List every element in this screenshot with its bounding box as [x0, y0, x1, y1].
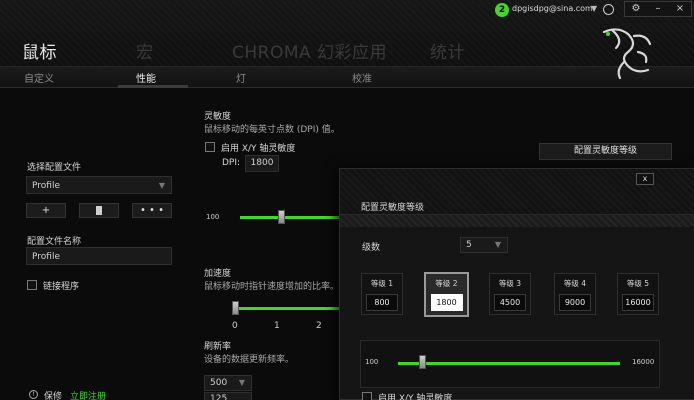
- profile-name-input[interactable]: Profile: [26, 247, 172, 265]
- dialog-slider-min: 100: [365, 358, 379, 366]
- subtab-performance[interactable]: 性能: [136, 70, 156, 85]
- active-tab-indicator: [118, 85, 188, 88]
- stage-title: 等级 2: [435, 279, 458, 288]
- chevron-down-icon: ▼: [494, 240, 501, 249]
- tab-mouse[interactable]: 鼠标: [22, 38, 57, 63]
- stage-dpi-input[interactable]: 800: [366, 294, 398, 311]
- minimize-button[interactable]: –: [647, 2, 669, 16]
- xy-sensitivity-label: 启用 X/Y 轴灵敏度: [221, 144, 296, 154]
- sensitivity-slider-handle[interactable]: [278, 210, 285, 224]
- polling-rate-option[interactable]: 125: [204, 392, 252, 400]
- window-controls: ⚙ – ×: [624, 1, 692, 17]
- trash-icon: [96, 206, 102, 215]
- stage-dpi-input[interactable]: 4500: [494, 294, 526, 311]
- acceleration-tick-1: 1: [274, 321, 280, 331]
- stage-title: 等级 4: [563, 279, 587, 288]
- stage-dpi-input[interactable]: 16000: [622, 294, 654, 311]
- polling-rate-title: 刷新率: [204, 342, 232, 352]
- profile-name-label: 配置文件名称: [27, 237, 82, 247]
- stage-card-5[interactable]: 等级 5 16000: [617, 273, 659, 315]
- subtab-customize[interactable]: 自定义: [24, 70, 54, 85]
- delete-profile-button[interactable]: [79, 203, 119, 218]
- info-icon: !: [29, 390, 38, 399]
- dialog-divider: [340, 215, 694, 227]
- user-email[interactable]: dpgisdpg@sina.com: [512, 4, 593, 13]
- sub-navigation: [0, 66, 694, 88]
- profile-select-value: Profile: [32, 181, 60, 191]
- register-link[interactable]: 立即注册: [70, 389, 106, 400]
- stage-card-3[interactable]: 等级 3 4500: [489, 273, 531, 315]
- polling-rate-select[interactable]: 500 ▼: [204, 375, 252, 391]
- acceleration-slider-track[interactable]: [233, 307, 340, 310]
- dialog-title: 配置灵敏度等级: [361, 203, 425, 213]
- dialog-xy-label: 启用 X/Y 轴灵敏度: [378, 394, 453, 400]
- xy-sensitivity-checkbox[interactable]: [205, 142, 215, 152]
- stage-card-4[interactable]: 等级 4 9000: [554, 273, 596, 315]
- configure-stages-button[interactable]: 配置灵敏度等级: [539, 143, 672, 160]
- sensitivity-slider-track[interactable]: [240, 216, 340, 219]
- add-profile-button[interactable]: +: [26, 203, 66, 218]
- link-program-checkbox[interactable]: [27, 280, 37, 290]
- link-program-label: 链接程序: [43, 282, 80, 292]
- stage-title: 等级 5: [626, 279, 650, 288]
- acceleration-description: 鼠标移动时指针速度增加的比率。: [204, 282, 340, 292]
- warranty-label: 保修: [44, 392, 63, 400]
- stage-title: 等级 1: [370, 279, 394, 288]
- dialog-slider-handle[interactable]: [419, 355, 426, 369]
- stage-dpi-input[interactable]: 1800: [430, 294, 463, 311]
- razer-snake-logo: [602, 28, 652, 80]
- stage-card-2[interactable]: 等级 2 1800: [424, 272, 469, 317]
- dpi-input[interactable]: 1800: [245, 155, 279, 172]
- acceleration-slider-handle[interactable]: [232, 301, 239, 315]
- polling-rate-description: 设备的数据更新频率。: [204, 355, 295, 365]
- stage-card-1[interactable]: 等级 1 800: [361, 273, 403, 315]
- dialog-close-button[interactable]: x: [636, 173, 654, 185]
- dialog-xy-checkbox[interactable]: [362, 392, 372, 400]
- stage-count-value: 5: [466, 240, 472, 250]
- acceleration-tick-2: 2: [316, 321, 322, 331]
- dpi-label: DPI:: [222, 158, 241, 168]
- user-avatar-icon[interactable]: 2: [495, 3, 509, 17]
- select-profile-label: 选择配置文件: [27, 163, 82, 173]
- profile-select[interactable]: Profile ▼: [26, 176, 172, 194]
- polling-rate-value: 500: [210, 378, 228, 388]
- user-menu-chevron-icon[interactable]: ▼: [591, 4, 597, 13]
- acceleration-title: 加速度: [204, 269, 232, 279]
- sync-icon[interactable]: [603, 4, 614, 15]
- tab-chroma-apps[interactable]: CHROMA 幻彩应用: [232, 38, 387, 63]
- acceleration-tick-0: 0: [232, 321, 238, 331]
- stage-title: 等级 3: [498, 279, 522, 288]
- close-button[interactable]: ×: [669, 2, 691, 16]
- subtab-calibration[interactable]: 校准: [352, 70, 372, 85]
- tab-stats[interactable]: 统计: [430, 38, 465, 63]
- chevron-down-icon: ▼: [238, 378, 245, 387]
- chevron-down-icon: ▼: [158, 181, 165, 190]
- stage-count-select[interactable]: 5 ▼: [460, 237, 508, 253]
- tab-macro[interactable]: 宏: [136, 38, 154, 63]
- stage-count-label: 级数: [362, 243, 381, 253]
- dialog-slider-max: 16000: [632, 358, 655, 366]
- subtab-lighting[interactable]: 灯: [236, 70, 246, 85]
- stage-dpi-input[interactable]: 9000: [559, 294, 591, 311]
- dialog-slider-track[interactable]: [398, 362, 620, 365]
- sensitivity-description: 鼠标移动的每英寸点数 (DPI) 值。: [204, 125, 340, 135]
- sensitivity-title: 灵敏度: [204, 112, 232, 122]
- profile-more-button[interactable]: • • •: [132, 203, 172, 218]
- sensitivity-slider-min: 100: [206, 213, 220, 221]
- settings-gear-icon[interactable]: ⚙: [625, 2, 647, 16]
